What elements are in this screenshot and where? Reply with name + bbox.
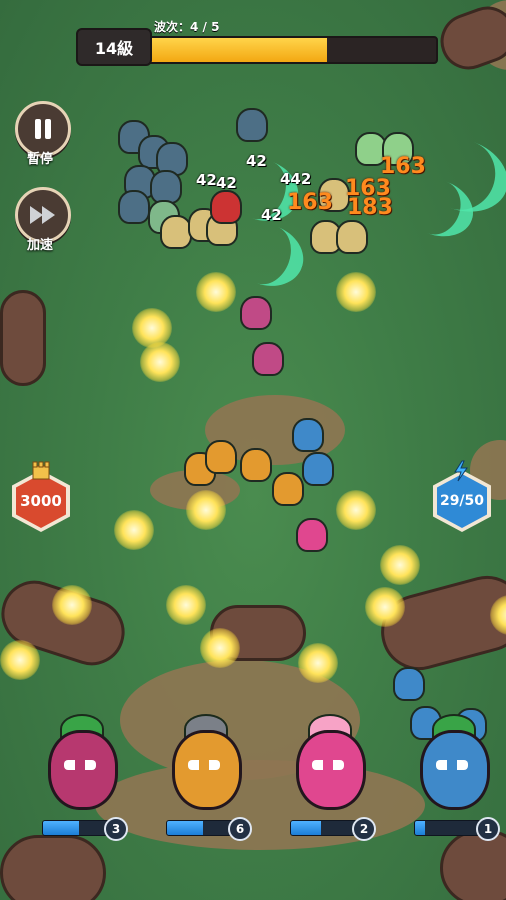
energy-value: 29/50 (439, 493, 485, 509)
enemy-unit (252, 342, 284, 376)
energy-orb (380, 545, 420, 585)
hero-eyes (64, 760, 96, 770)
hero-avatar (296, 730, 366, 810)
energy-orb (166, 585, 206, 625)
hero-eyes (436, 760, 468, 770)
hero-eyes (312, 760, 344, 770)
hero-xp-fill (167, 821, 204, 835)
enemy-unit (205, 440, 237, 474)
wave-progress-fill (148, 38, 327, 62)
damage-number: 42 (246, 152, 267, 170)
enemy-unit (336, 220, 368, 254)
hero-xp-bar (166, 820, 234, 836)
hero-eyes (188, 760, 220, 770)
wave-progress-bar (146, 36, 438, 64)
hero-xp-fill (43, 821, 80, 835)
enemy-unit (302, 452, 334, 486)
enemy-unit (393, 667, 425, 701)
damage-number: 42 (196, 171, 217, 189)
energy-orb (336, 490, 376, 530)
tree-root (0, 290, 46, 386)
damage-number: 163 (345, 176, 391, 201)
energy-orb (365, 587, 405, 627)
hero-level-badge: 3 (104, 817, 128, 841)
hero-blueberry[interactable]: 1 (400, 712, 500, 842)
energy-orb (52, 585, 92, 625)
pause-icon (35, 119, 51, 139)
speed-label: 加速 (26, 238, 53, 253)
castle-icon (32, 461, 50, 480)
enemy-unit (240, 448, 272, 482)
enemy-unit (240, 296, 272, 330)
base-hp-inner: 3000 (16, 474, 66, 528)
energy-orb (336, 272, 376, 312)
energy-inner: 29/50 (437, 474, 487, 528)
hero-level-badge: 2 (352, 817, 376, 841)
energy-orb (140, 342, 180, 382)
energy-orb (0, 640, 40, 680)
energy-orb (186, 490, 226, 530)
hero-xp-bar (414, 820, 482, 836)
lightning-icon (454, 460, 468, 482)
hero-radish[interactable]: 3 (28, 712, 128, 842)
hero-dragonfruit[interactable]: 2 (276, 712, 376, 842)
damage-number: 163 (287, 190, 333, 215)
hero-level-badge: 1 (476, 817, 500, 841)
energy-orb (196, 272, 236, 312)
enemy-unit (118, 190, 150, 224)
enemy-unit (236, 108, 268, 142)
energy-orb (200, 628, 240, 668)
wave-counter: 波次：4 / 5 (154, 20, 220, 34)
hero-xp-bar (42, 820, 110, 836)
fast-forward-icon (30, 206, 55, 224)
enemy-unit (296, 518, 328, 552)
battlefield: 14級 波次：4 / 5 暫停 加速 3000 29/50 42 42 42 4… (0, 0, 506, 900)
tree-root (0, 835, 106, 900)
enemy-unit (210, 190, 242, 224)
base-hp-value: 3000 (20, 492, 62, 510)
hero-xp-fill (415, 821, 425, 835)
hero-xp-bar (290, 820, 358, 836)
hero-level-badge: 6 (228, 817, 252, 841)
enemy-unit (292, 418, 324, 452)
pause-label: 暫停 (26, 152, 53, 167)
enemy-unit (150, 170, 182, 204)
energy-orb (298, 643, 338, 683)
hero-avatar (172, 730, 242, 810)
player-level: 14級 (76, 28, 152, 66)
damage-number: 42 (261, 206, 282, 224)
damage-number: 42 (216, 174, 237, 192)
enemy-unit (272, 472, 304, 506)
hero-robot[interactable]: 6 (152, 712, 252, 842)
wave-hud: 14級 波次：4 / 5 (76, 20, 438, 66)
hero-xp-fill (291, 821, 321, 835)
damage-number: 442 (280, 170, 312, 188)
energy-orb (114, 510, 154, 550)
hero-avatar (420, 730, 490, 810)
hero-avatar (48, 730, 118, 810)
